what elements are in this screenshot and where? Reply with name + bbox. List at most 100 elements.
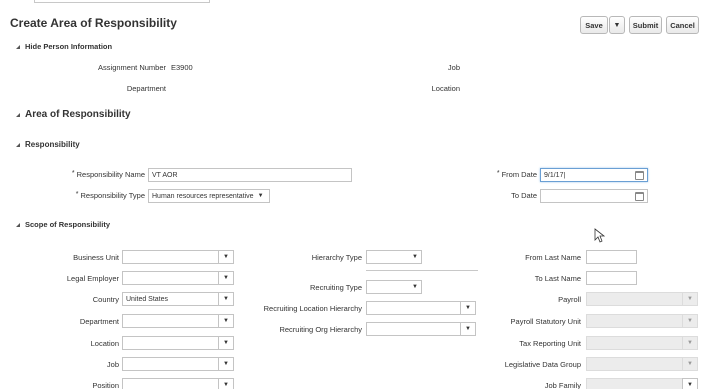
payroll-statutory-unit-combo: ▼ (586, 314, 698, 328)
required-asterisk: * (75, 191, 79, 198)
business-unit-value[interactable] (122, 250, 218, 264)
chevron-down-icon: ▼ (257, 193, 264, 199)
responsibility-name-value: VT AOR (152, 171, 178, 179)
cancel-label: Cancel (670, 20, 695, 30)
chevron-down-icon[interactable]: ▼ (460, 301, 476, 315)
collapse-triangle-icon (16, 222, 20, 227)
job-scope-label: Job (106, 360, 119, 369)
chevron-down-icon: ▼ (682, 292, 698, 306)
collapse-triangle-icon (16, 44, 20, 49)
required-asterisk: * (71, 170, 75, 177)
job-family-value[interactable] (586, 378, 682, 389)
job-value[interactable] (122, 357, 218, 371)
scope-section-toggle[interactable]: Scope of Responsibility (16, 220, 110, 229)
chevron-down-icon: ▼ (682, 314, 698, 328)
chevron-down-icon[interactable]: ▼ (460, 322, 476, 336)
recruiting-org-hierarchy-combo[interactable]: ▼ (366, 322, 476, 336)
recruiting-org-hierarchy-label: Recruiting Org Hierarchy (279, 325, 362, 334)
responsibility-name-input[interactable]: VT AOR (148, 168, 352, 182)
position-combo[interactable]: ▼ (122, 378, 234, 389)
from-last-name-label: From Last Name (525, 253, 581, 262)
position-value[interactable] (122, 378, 218, 389)
location-value[interactable] (122, 336, 218, 350)
country-combo[interactable]: United States ▼ (122, 292, 234, 306)
from-date-value: 9/1/17| (544, 171, 566, 179)
cancel-button[interactable]: Cancel (666, 16, 699, 34)
collapse-triangle-icon (16, 142, 20, 147)
responsibility-name-label: * Responsibility Name (72, 170, 145, 179)
aor-section-toggle[interactable]: Area of Responsibility (16, 109, 131, 120)
department-label: Department (126, 84, 166, 93)
to-last-name-label: To Last Name (534, 274, 581, 283)
recruiting-location-hierarchy-combo[interactable]: ▼ (366, 301, 476, 315)
assignment-number-value: E3900 (171, 63, 193, 72)
from-date-input[interactable]: 9/1/17| (540, 168, 648, 182)
legal-employer-combo[interactable]: ▼ (122, 271, 234, 285)
chevron-down-icon[interactable]: ▼ (218, 336, 234, 350)
legislative-data-group-value (586, 357, 682, 371)
from-date-label-text: From Date (501, 170, 537, 179)
responsibility-type-value: Human resources representative (152, 192, 254, 200)
payroll-statutory-unit-label: Payroll Statutory Unit (510, 317, 581, 326)
chevron-down-icon[interactable]: ▼ (218, 314, 234, 328)
chevron-down-icon: ▼ (412, 284, 418, 290)
collapse-triangle-icon (16, 112, 20, 117)
job-label: Job (447, 63, 460, 72)
responsibility-type-label: * Responsibility Type (76, 191, 145, 200)
country-value[interactable]: United States (122, 292, 218, 306)
chevron-down-icon[interactable]: ▼ (218, 250, 234, 264)
tax-reporting-unit-value (586, 336, 682, 350)
legislative-data-group-label: Legislative Data Group (504, 360, 581, 369)
hierarchy-type-label: Hierarchy Type (311, 253, 362, 262)
save-menu-button[interactable]: ▼ (609, 16, 625, 34)
save-button[interactable]: Save (580, 16, 608, 34)
hierarchy-type-select[interactable]: ▼ (366, 250, 422, 264)
to-last-name-input[interactable] (586, 271, 637, 285)
location-scope-label: Location (90, 339, 119, 348)
location-combo[interactable]: ▼ (122, 336, 234, 350)
chevron-down-icon[interactable]: ▼ (218, 292, 234, 306)
chevron-down-icon[interactable]: ▼ (682, 378, 698, 389)
chevron-down-icon: ▼ (682, 357, 698, 371)
tax-reporting-unit-label: Tax Reporting Unit (519, 339, 581, 348)
calendar-icon[interactable] (635, 192, 644, 201)
responsibility-section-toggle[interactable]: Responsibility (16, 140, 80, 149)
to-date-input[interactable] (540, 189, 648, 203)
chevron-down-icon[interactable]: ▼ (218, 357, 234, 371)
divider (366, 270, 478, 271)
person-section-header: Hide Person Information (25, 42, 113, 51)
chevron-down-icon: ▼ (682, 336, 698, 350)
job-family-combo[interactable]: ▼ (586, 378, 698, 389)
recruiting-location-hierarchy-value[interactable] (366, 301, 460, 315)
submit-label: Submit (632, 20, 659, 30)
required-asterisk: * (496, 170, 500, 177)
recruiting-type-label: Recruiting Type (310, 283, 362, 292)
chevron-down-icon: ▼ (412, 254, 418, 260)
responsibility-name-label-text: Responsibility Name (76, 170, 145, 179)
department-scope-label: Department (79, 317, 119, 326)
legal-employer-value[interactable] (122, 271, 218, 285)
payroll-statutory-unit-value (586, 314, 682, 328)
hide-person-information-toggle[interactable]: Hide Person Information (16, 42, 112, 51)
top-tab-edge (34, 0, 210, 3)
from-last-name-input[interactable] (586, 250, 637, 264)
recruiting-type-select[interactable]: ▼ (366, 280, 422, 294)
business-unit-combo[interactable]: ▼ (122, 250, 234, 264)
responsibility-type-select[interactable]: Human resources representative ▼ (148, 189, 270, 203)
department-value[interactable] (122, 314, 218, 328)
department-combo[interactable]: ▼ (122, 314, 234, 328)
job-combo[interactable]: ▼ (122, 357, 234, 371)
legal-employer-label: Legal Employer (66, 274, 119, 283)
position-label: Position (92, 381, 119, 389)
legislative-data-group-combo: ▼ (586, 357, 698, 371)
submit-button[interactable]: Submit (629, 16, 662, 34)
calendar-icon[interactable] (635, 171, 644, 180)
recruiting-location-hierarchy-label: Recruiting Location Hierarchy (263, 304, 362, 313)
page-title: Create Area of Responsibility (10, 16, 177, 30)
responsibility-section-header: Responsibility (25, 140, 80, 149)
chevron-down-icon[interactable]: ▼ (218, 378, 234, 389)
mouse-cursor-icon (594, 228, 605, 243)
recruiting-org-hierarchy-value[interactable] (366, 322, 460, 336)
chevron-down-icon[interactable]: ▼ (218, 271, 234, 285)
country-label: Country (92, 295, 119, 304)
